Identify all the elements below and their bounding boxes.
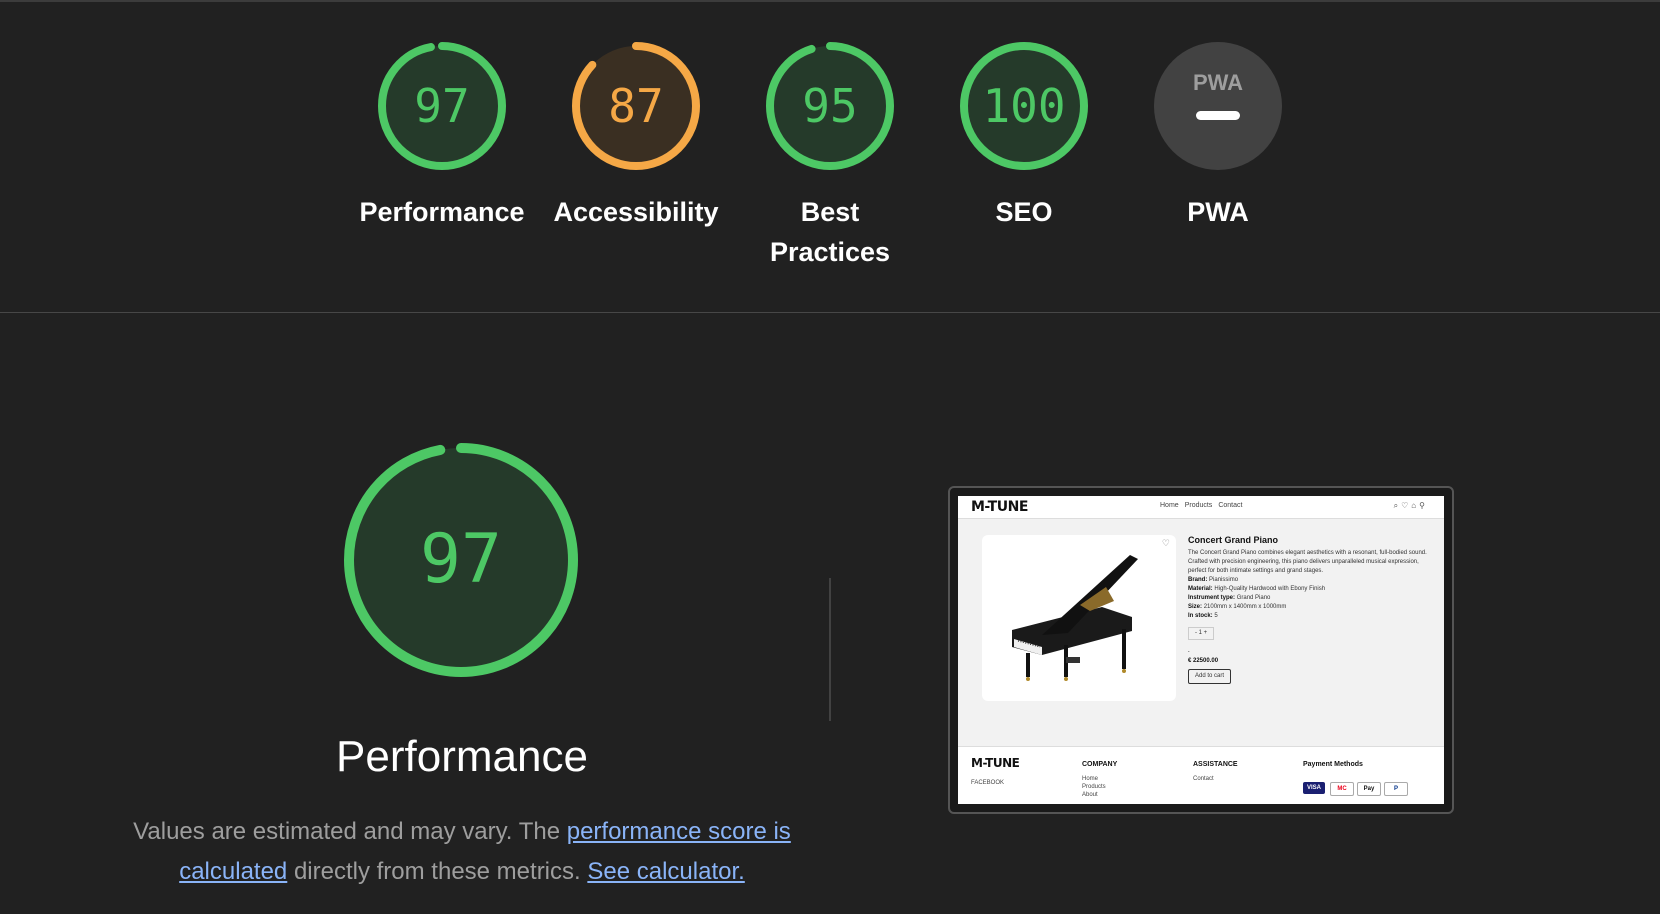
category-gauges: 97 Performance 87 Accessibility 95 Best … [0,40,1660,280]
performance-detail-score: 97 [420,520,502,599]
accessibility-score: 87 [608,79,663,133]
footer-payment: Payment Methods [1303,761,1363,768]
product-size: Size: 2100mm x 1400mm x 1000mm [1188,604,1287,610]
screenshot-page: M-TUNE Home Products Contact ⌕♡⌂⚲ ♡ Conc… [958,496,1444,804]
seo-gauge-ring: 100 [960,42,1088,170]
product-title: Concert Grand Piano [1188,535,1279,545]
see-calculator-link[interactable]: See calculator. [587,858,744,885]
seo-score: 100 [982,79,1065,133]
performance-detail-ring: 97 [344,443,578,677]
section-divider [0,312,1660,313]
performance-detail-title: Performance [336,732,588,781]
screenshot-nav-icons: ⌕♡⌂⚲ [1393,501,1428,510]
pwa-badge-icon: PWA [1154,42,1282,170]
desc-prefix: Values are estimated and may vary. The [133,818,567,845]
screenshot-nav-contact: Contact [1218,502,1243,509]
gauge-seo[interactable]: 100 SEO [934,40,1114,232]
accessibility-gauge-ring: 87 [572,42,700,170]
quantity-stepper: - 1 + [1188,627,1215,640]
product-type: Instrument type: Grand Piano [1188,595,1271,601]
old-price [1188,648,1428,657]
best-practices-gauge-ring: 95 [766,42,894,170]
footer-facebook: FACEBOOK [971,780,1005,786]
desc-middle: directly from these metrics. [287,858,588,885]
visa-icon: VISA [1303,782,1325,794]
product-material: Material: High-Quality Hardwood with Ebo… [1188,586,1326,592]
screenshot-navbar: M-TUNE Home Products Contact ⌕♡⌂⚲ [958,496,1444,519]
final-screenshot[interactable]: M-TUNE Home Products Contact ⌕♡⌂⚲ ♡ Conc… [948,486,1454,814]
heart-icon: ♡ [1161,538,1170,548]
screenshot-nav-links: Home Products Contact [1160,502,1248,509]
add-to-cart-button: Add to cart [1188,669,1232,684]
top-border [0,0,1660,2]
product-price: € 22500.00 [1188,658,1219,664]
screenshot-nav-home: Home [1160,502,1179,509]
vertical-separator [829,578,831,721]
screenshot-logo: M-TUNE [971,499,1028,515]
performance-description: Values are estimated and may vary. The p… [132,812,792,892]
product-info: Concert Grand Piano The Concert Grand Pi… [1188,536,1428,684]
best-practices-label-line2: Practices [769,237,891,267]
pwa-dash-icon [1196,111,1240,120]
product-brand: Brand: Pianissimo [1188,577,1239,583]
pwa-badge-text: PWA [1193,70,1243,95]
performance-label: Performance [359,197,525,227]
product-description: The Concert Grand Piano combines elegant… [1188,550,1427,574]
pwa-label: PWA [1187,197,1249,227]
mastercard-icon: MC [1330,782,1354,796]
seo-label: SEO [995,197,1053,227]
footer-company: COMPANY Home Products About [1082,761,1118,798]
gauge-best-practices[interactable]: 95 Best Practices [740,40,920,272]
best-practices-score: 95 [802,79,857,133]
applepay-icon: Pay [1357,782,1381,796]
best-practices-label: Best Practices [740,192,920,272]
performance-gauge-ring: 97 [378,42,506,170]
gauge-accessibility[interactable]: 87 Accessibility [546,40,726,232]
performance-detail-gauge: 97 [341,440,581,680]
accessibility-label: Accessibility [553,197,719,227]
product-stock: In stock: 5 [1188,613,1218,619]
gauge-performance[interactable]: 97 Performance [352,40,532,232]
screenshot-nav-products: Products [1184,502,1213,509]
best-practices-label-line1: Best [800,197,860,227]
screenshot-footer: M-TUNE FACEBOOK COMPANY Home Products Ab… [958,746,1444,804]
footer-assistance: ASSISTANCE Contact [1193,761,1238,782]
footer-logo: M-TUNE [971,756,1020,770]
performance-score: 97 [414,79,469,133]
product-image: ♡ [982,535,1176,701]
grand-piano-image [1012,555,1138,681]
gauge-pwa[interactable]: PWA PWA [1128,40,1308,232]
paypal-icon: P [1384,782,1408,796]
